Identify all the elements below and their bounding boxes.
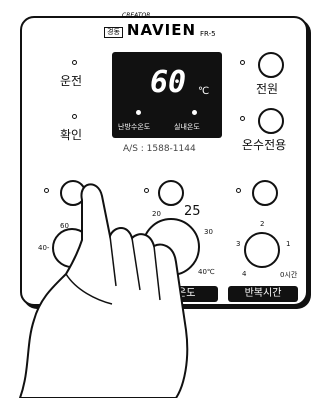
hand-illustration	[18, 183, 189, 398]
